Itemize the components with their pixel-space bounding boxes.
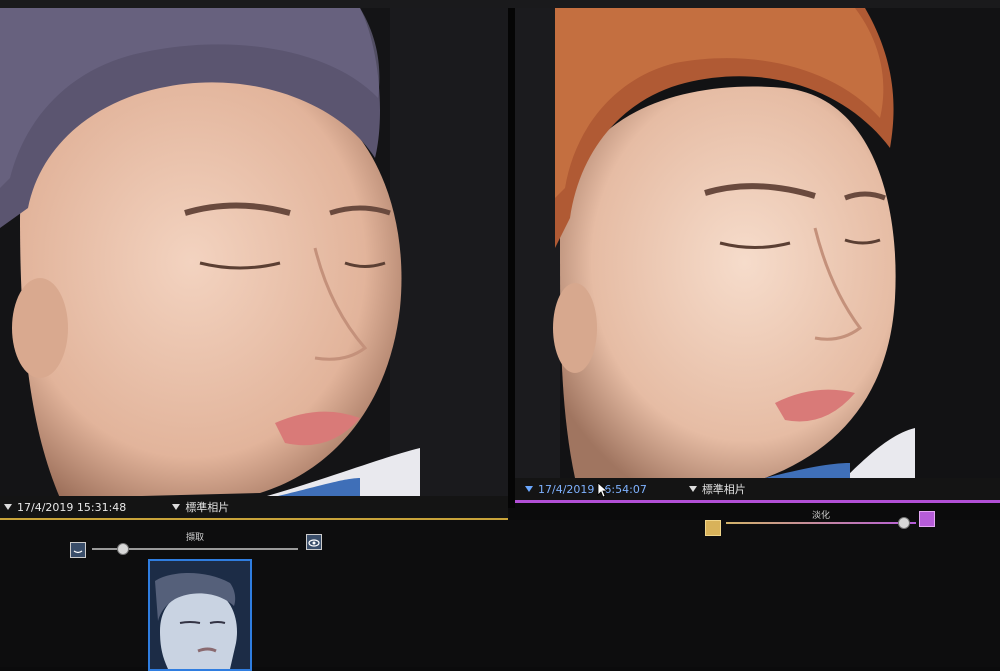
slider-knob[interactable]	[117, 543, 129, 555]
right-face-photo	[515, 8, 1000, 478]
left-blend-slider[interactable]	[92, 541, 298, 557]
right-date-prefix[interactable]: 17/4/2019	[538, 483, 594, 496]
date-dropdown-icon[interactable]	[4, 504, 12, 510]
photo-type-dropdown-icon	[172, 504, 181, 510]
eye-open-icon[interactable]	[306, 534, 322, 550]
swatch-icon[interactable]	[919, 511, 935, 527]
left-photo-type-label: 標準相片	[185, 501, 230, 514]
right-photo-type-dropdown[interactable]: 標準相片	[685, 481, 746, 497]
viewer-divider[interactable]	[508, 8, 515, 508]
slider-knob[interactable]	[898, 517, 910, 529]
right-photo-type-label: 標準相片	[701, 483, 746, 496]
date-dropdown-icon[interactable]	[525, 486, 533, 492]
right-fade-slider[interactable]	[726, 515, 916, 531]
monitor-bezel	[0, 0, 1000, 8]
slider-track	[726, 522, 916, 524]
left-photo-type-dropdown[interactable]: 標準相片	[168, 499, 229, 515]
right-date-suffix[interactable]: 6:54:07	[604, 483, 646, 496]
photo-type-dropdown-icon	[688, 486, 697, 492]
left-date[interactable]: 17/4/2019 15:31:48	[17, 501, 126, 514]
thumbnail-face-image	[150, 561, 250, 669]
photo-thumbnail[interactable]	[148, 559, 252, 671]
left-face-photo	[0, 8, 508, 498]
swatch-icon[interactable]	[705, 520, 721, 536]
cursor-icon	[597, 482, 609, 502]
right-caption-bar: 17/4/2019 6:54:07 標準相片	[515, 478, 1000, 503]
eye-closed-icon[interactable]	[70, 542, 86, 558]
right-photo-viewer[interactable]	[515, 8, 1000, 498]
left-photo-viewer[interactable]	[0, 8, 508, 498]
left-caption-bar: 17/4/2019 15:31:48 標準相片	[0, 496, 508, 521]
